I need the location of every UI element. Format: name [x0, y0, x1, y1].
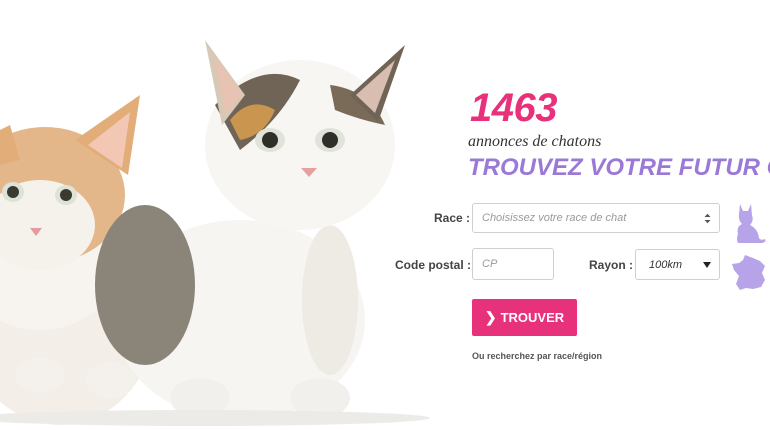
search-by-breed-region-link[interactable]: Ou recherchez par race/région [472, 351, 602, 361]
cat-icon [737, 204, 766, 243]
search-panel: 1463 annonces de chatons TROUVEZ VOTRE F… [0, 0, 770, 430]
race-select[interactable]: Choisissez votre race de chat [472, 203, 720, 233]
search-button-label: TROUVER [500, 310, 565, 325]
race-select-placeholder: Choisissez votre race de chat [482, 212, 627, 224]
listing-count: 1463 [470, 86, 557, 130]
france-map-icon [732, 255, 765, 290]
radius-label: Rayon : [589, 258, 634, 272]
chevron-down-icon [703, 250, 711, 279]
race-label: Race : [434, 211, 471, 225]
postal-code-input[interactable]: CP [472, 248, 554, 280]
listing-count-label: annonces de chatons [468, 133, 602, 150]
up-down-arrow-icon [704, 204, 711, 232]
chevron-right-icon: ❯ [484, 309, 497, 325]
headline: TROUVEZ VOTRE FUTUR CHA [468, 155, 770, 181]
radius-select-value: 100km [649, 258, 683, 271]
postal-code-label: Code postal : [395, 258, 472, 272]
search-button[interactable]: ❯ TROUVER [472, 299, 577, 336]
radius-select[interactable]: 100km [635, 249, 720, 280]
postal-code-placeholder: CP [482, 258, 498, 270]
